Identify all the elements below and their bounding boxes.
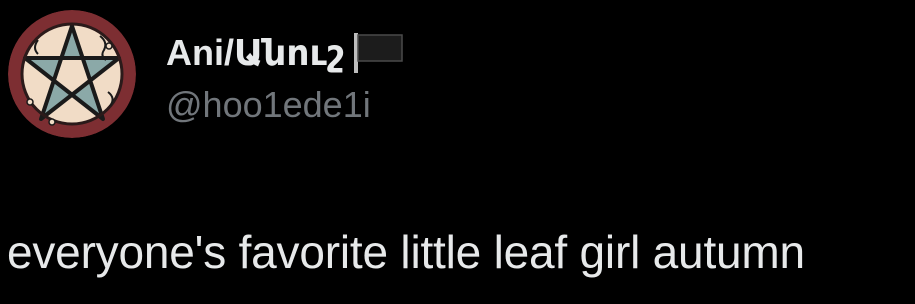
post-text: everyone's favorite little leaf girl aut… xyxy=(7,226,805,278)
author-display-name[interactable]: Ani/Անուշ xyxy=(166,32,344,74)
pentagram-avatar-icon xyxy=(8,10,136,138)
author-name-row: Ani/Անուշ xyxy=(166,28,406,78)
black-flag-icon xyxy=(352,31,406,75)
author-handle[interactable]: @hoo1ede1i xyxy=(166,84,371,126)
avatar[interactable] xyxy=(8,10,136,138)
